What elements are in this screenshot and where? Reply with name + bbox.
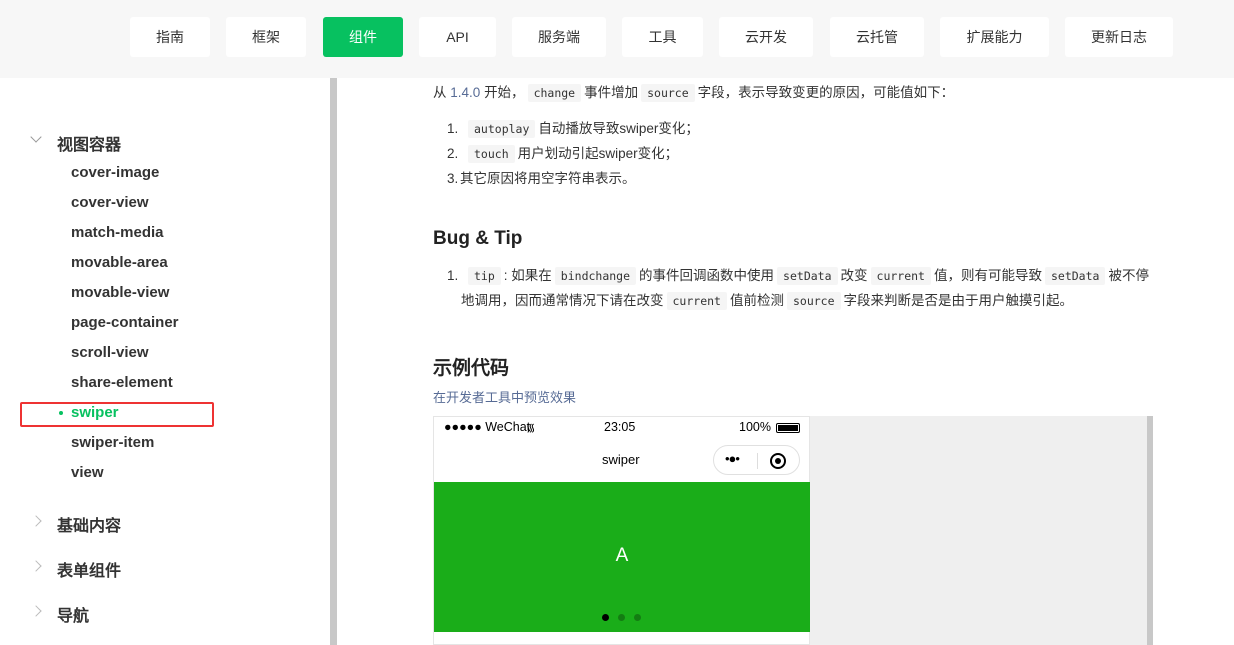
swiper[interactable]: A: [434, 482, 810, 632]
sidebar-item-cover-image[interactable]: cover-image: [71, 164, 159, 181]
list-item: 2. touch 用户划动引起swiper变化；: [447, 145, 679, 163]
sidebar-item-movable-view[interactable]: movable-view: [71, 284, 169, 301]
sidebar-item-share-element[interactable]: share-element: [71, 374, 173, 391]
swiper-indicator-dot[interactable]: [634, 614, 641, 621]
bug-tip-heading: Bug & Tip: [433, 228, 523, 249]
divider: [757, 453, 758, 469]
nav-server[interactable]: 服务端: [512, 17, 606, 57]
sidebar-group-view-container[interactable]: 视图容器: [57, 131, 121, 155]
nav-framework[interactable]: 框架: [226, 17, 306, 57]
top-nav: 指南 框架 组件 API 服务端 工具 云开发 云托管 扩展能力 更新日志: [0, 0, 1234, 78]
wifi-icon: ᯾: [526, 422, 536, 434]
sidebar: [0, 78, 332, 645]
highlight-box: [20, 402, 214, 427]
nav-tools[interactable]: 工具: [622, 17, 703, 57]
carrier-label: ●●●●● WeChat: [444, 420, 531, 434]
nav-components[interactable]: 组件: [323, 17, 403, 57]
preview-link[interactable]: 在开发者工具中预览效果: [433, 387, 576, 409]
sidebar-group-nav[interactable]: 导航: [57, 602, 89, 626]
capsule-button[interactable]: •●•: [713, 445, 800, 475]
swiper-indicator-dot[interactable]: [602, 614, 609, 621]
sidebar-item-page-container[interactable]: page-container: [71, 314, 179, 331]
preview-scrollbar[interactable]: [1147, 416, 1153, 645]
nav-api[interactable]: API: [419, 17, 496, 57]
more-icon[interactable]: •●•: [725, 451, 740, 466]
intro-paragraph: 从 1.4.0 开始， change 事件增加 source 字段，表示导致变更的原因，…: [433, 84, 955, 102]
status-bar: ●●●●● WeChat ᯾ 23:05 100%: [434, 417, 809, 439]
phone-preview: ●●●●● WeChat ᯾ 23:05 100% swiper •●• A: [433, 416, 810, 645]
clock-label: 23:05: [604, 420, 636, 434]
example-heading: 示例代码: [433, 358, 510, 379]
sidebar-item-match-media[interactable]: match-media: [71, 224, 164, 241]
tip-item-continued: 地调用，因而通常情况下请在改变 current 值前检测 source 字段来判断是否是…: [461, 292, 1074, 310]
nav-changelog[interactable]: 更新日志: [1065, 17, 1173, 57]
nav-extensions[interactable]: 扩展能力: [940, 17, 1049, 57]
battery-percent: 100%: [739, 420, 771, 434]
sidebar-group-basic[interactable]: 基础内容: [57, 512, 121, 536]
nav-guide[interactable]: 指南: [130, 17, 210, 57]
phone-page-title: swiper: [602, 452, 640, 467]
tip-item: 1. tip: 如果在 bindchange 的事件回调函数中使用 setData 改变 c…: [447, 267, 1149, 285]
nav-cloud-hosting[interactable]: 云托管: [830, 17, 924, 57]
swiper-indicator-dot[interactable]: [618, 614, 625, 621]
slide-label: A: [615, 545, 629, 566]
sidebar-item-scroll-view[interactable]: scroll-view: [71, 344, 149, 361]
sidebar-scrollbar[interactable]: [330, 78, 337, 645]
sidebar-item-movable-area[interactable]: movable-area: [71, 254, 168, 271]
sidebar-item-swiper-item[interactable]: swiper-item: [71, 434, 154, 451]
sidebar-item-view[interactable]: view: [71, 464, 104, 481]
sidebar-item-cover-view[interactable]: cover-view: [71, 194, 149, 211]
main-content: 从 1.4.0 开始， change 事件增加 source 字段，表示导致变更的原因，…: [337, 78, 1234, 645]
version-link[interactable]: 1.4.0: [450, 85, 480, 100]
list-item: 3. 其它原因将用空字符串表示。: [447, 171, 636, 186]
nav-cloud-dev[interactable]: 云开发: [719, 17, 813, 57]
close-target-icon[interactable]: [770, 453, 786, 469]
sidebar-group-form[interactable]: 表单组件: [57, 557, 121, 581]
battery-icon: [776, 423, 800, 433]
list-item: 1. autoplay 自动播放导致swiper变化；: [447, 120, 699, 138]
